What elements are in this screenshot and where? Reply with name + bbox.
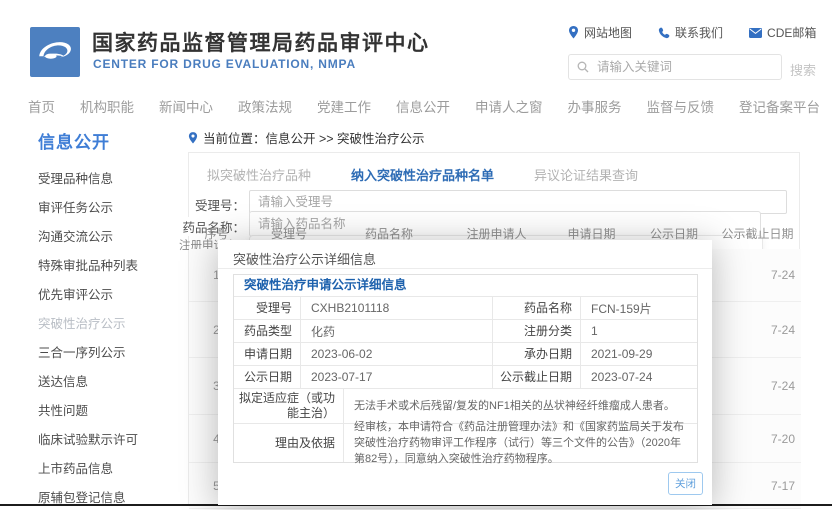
location-pin-icon <box>568 26 579 39</box>
field-label: 拟定适应症（或功能主治） <box>234 389 344 423</box>
swan-logo-icon <box>34 31 76 73</box>
sidebar-item[interactable]: 沟通交流公示 <box>38 223 178 252</box>
modal-title: 突破性治疗公示详细信息 <box>233 249 376 268</box>
phone-icon <box>658 27 670 39</box>
sitemap-link[interactable]: 网站地图 <box>568 24 632 41</box>
quick-links: 网站地图 联系我们 CDE邮箱 <box>568 24 816 41</box>
field-value: 2023-07-17 <box>301 366 493 388</box>
nav-item[interactable]: 办事服务 <box>568 96 622 116</box>
field-value: 无法手术或术后残留/复发的NF1相关的丛状神经纤维瘤成人患者。 <box>344 389 697 423</box>
field-value: CXHB2101118 <box>301 297 493 319</box>
site-search <box>568 54 782 80</box>
cde-logo <box>30 27 80 77</box>
cde-mail-link[interactable]: CDE邮箱 <box>749 24 816 41</box>
field-label: 公示日期 <box>234 366 301 388</box>
detail-pair-row: 公示日期2023-07-17公示截止日期2023-07-24 <box>234 366 697 389</box>
main-nav: 首页机构职能新闻中心政策法规党建工作信息公开申请人之窗办事服务监督与反馈登记备案… <box>28 96 804 116</box>
sidebar-item[interactable]: 三合一序列公示 <box>38 339 178 368</box>
field-label: 药品类型 <box>234 320 301 342</box>
nav-item[interactable]: 首页 <box>28 96 55 116</box>
field-label: 药品名称 <box>493 297 581 319</box>
field-label: 承办日期 <box>493 343 581 365</box>
row-deadline-fragment: 7-20 <box>714 415 801 462</box>
tab-bar: 拟突破性治疗品种 纳入突破性治疗品种名单 异议论证结果查询 <box>207 165 638 184</box>
sidebar-item[interactable]: 原辅包登记信息 <box>38 484 178 510</box>
detail-pair-row: 药品类型化药注册分类1 <box>234 320 697 343</box>
field-value: 化药 <box>301 320 493 342</box>
tab-included-breakthrough-list[interactable]: 纳入突破性治疗品种名单 <box>351 165 494 184</box>
close-button[interactable]: 关闭 <box>668 472 703 495</box>
field-label: 理由及依据 <box>234 424 344 462</box>
sidebar-item[interactable]: 特殊审批品种列表 <box>38 252 178 281</box>
sidebar-item[interactable]: 送达信息 <box>38 368 178 397</box>
nav-item[interactable]: 申请人之窗 <box>475 96 543 116</box>
sidebar-item[interactable]: 突破性治疗公示 <box>38 310 178 339</box>
cde-mail-label: CDE邮箱 <box>767 24 816 41</box>
column-header: 公示截止日期 <box>714 225 801 242</box>
acceptance-no-label: 受理号： <box>189 195 245 214</box>
org-name-cn: 国家药品监督管理局药品审评中心 <box>92 27 430 57</box>
breadcrumb-pin-icon <box>188 132 198 144</box>
modal-detail-table: 突破性治疗申请公示详细信息 受理号CXHB2101118药品名称FCN-159片… <box>233 274 698 463</box>
field-value: 1 <box>581 320 697 342</box>
modal-divider <box>218 268 712 269</box>
row-deadline-fragment: 7-17 <box>714 463 801 508</box>
nav-item[interactable]: 党建工作 <box>317 96 371 116</box>
field-value: 2021-09-29 <box>581 343 697 365</box>
modal-section-title: 突破性治疗申请公示详细信息 <box>234 275 697 297</box>
field-value: 2023-06-02 <box>301 343 493 365</box>
field-value: 经审核，本申请符合《药品注册管理办法》和《国家药监局关于发布突破性治疗药物审评工… <box>344 424 697 462</box>
breakthrough-detail-modal: 突破性治疗公示详细信息 突破性治疗申请公示详细信息 受理号CXHB2101118… <box>218 240 712 505</box>
org-name-en: CENTER FOR DRUG EVALUATION, NMPA <box>93 57 356 71</box>
detail-full-row: 理由及依据经审核，本申请符合《药品注册管理办法》和《国家药监局关于发布突破性治疗… <box>234 424 697 462</box>
sidebar-item[interactable]: 受理品种信息 <box>38 165 178 194</box>
contact-link[interactable]: 联系我们 <box>658 24 723 41</box>
field-label: 受理号 <box>234 297 301 319</box>
nav-item[interactable]: 登记备案平台 <box>739 96 820 116</box>
nav-item[interactable]: 新闻中心 <box>159 96 213 116</box>
field-label: 公示截止日期 <box>493 366 581 388</box>
field-label: 申请日期 <box>234 343 301 365</box>
breadcrumb-text: 当前位置：信息公开 >> 突破性治疗公示 <box>203 128 425 147</box>
row-deadline-fragment: 7-24 <box>714 358 801 414</box>
nav-item[interactable]: 机构职能 <box>80 96 134 116</box>
nav-item[interactable]: 信息公开 <box>396 96 450 116</box>
detail-pair-row: 受理号CXHB2101118药品名称FCN-159片 <box>234 297 697 320</box>
sidebar-item[interactable]: 上市药品信息 <box>38 455 178 484</box>
field-value: FCN-159片 <box>581 297 697 319</box>
field-value: 2023-07-24 <box>581 366 697 388</box>
sidebar-item[interactable]: 审评任务公示 <box>38 194 178 223</box>
sidebar-item[interactable]: 共性问题 <box>38 397 178 426</box>
sidebar-item[interactable]: 优先审评公示 <box>38 281 178 310</box>
tab-objection-result-query[interactable]: 异议论证结果查询 <box>534 165 638 184</box>
field-label: 注册分类 <box>493 320 581 342</box>
row-deadline-fragment: 7-24 <box>714 249 801 301</box>
nav-item[interactable]: 监督与反馈 <box>647 96 715 116</box>
search-icon <box>577 61 589 73</box>
breadcrumb: 当前位置：信息公开 >> 突破性治疗公示 <box>188 128 425 147</box>
sidebar-title: 信息公开 <box>38 128 110 153</box>
cde-page: 国家药品监督管理局药品审评中心 CENTER FOR DRUG EVALUATI… <box>0 0 832 510</box>
sidebar-item[interactable]: 临床试验默示许可 <box>38 426 178 455</box>
tab-proposed-breakthrough[interactable]: 拟突破性治疗品种 <box>207 165 311 184</box>
sitemap-label: 网站地图 <box>584 24 632 41</box>
search-input[interactable] <box>595 59 773 75</box>
contact-label: 联系我们 <box>675 24 723 41</box>
sidebar-menu: 受理品种信息审评任务公示沟通交流公示特殊审批品种列表优先审评公示突破性治疗公示三… <box>38 165 178 510</box>
search-button[interactable]: 搜索 <box>790 60 816 79</box>
row-deadline-fragment: 7-24 <box>714 302 801 357</box>
nav-item[interactable]: 政策法规 <box>238 96 292 116</box>
envelope-icon <box>749 28 762 38</box>
detail-pair-row: 申请日期2023-06-02承办日期2021-09-29 <box>234 343 697 366</box>
